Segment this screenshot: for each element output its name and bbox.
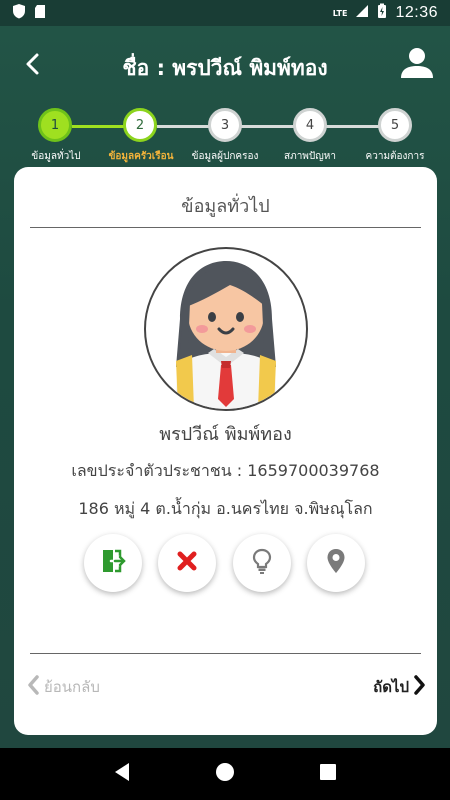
next-button[interactable]: ถัดไป <box>373 675 427 699</box>
chevron-left-icon <box>26 675 40 699</box>
address: 186 หมู่ 4 ต.น้ำกุ่ม อ.นครไทย จ.พิษณุโลก <box>78 499 373 518</box>
previous-label: ย้อนกลับ <box>44 678 100 696</box>
step-5-label: ความต้องการ <box>365 151 425 162</box>
student-avatar-illustration <box>174 261 278 409</box>
location-button[interactable] <box>307 534 365 592</box>
cancel-button[interactable] <box>158 534 216 592</box>
triangle-back-icon <box>113 762 131 786</box>
system-nav-bar <box>0 748 450 800</box>
shield-icon <box>12 3 26 23</box>
avatar <box>144 247 308 411</box>
chevron-left-icon <box>23 52 41 80</box>
previous-button[interactable]: ย้อนกลับ <box>26 675 100 699</box>
card-title-divider <box>30 227 421 228</box>
back-button[interactable] <box>16 50 48 82</box>
recents-square-icon <box>319 763 337 785</box>
home-circle-icon <box>215 762 235 786</box>
card-footer-divider <box>30 653 421 654</box>
app-bar: ชื่อ : พรปวีณ์ พิมพ์ทอง <box>0 40 450 96</box>
exit-button[interactable] <box>84 534 142 592</box>
system-home-button[interactable] <box>205 754 245 794</box>
close-x-icon <box>176 550 198 576</box>
system-back-button[interactable] <box>102 754 142 794</box>
step-connector-pending <box>157 125 397 128</box>
citizen-id: เลขประจำตัวประชาชน : 1659700039768 <box>71 461 380 480</box>
step-3[interactable]: 3 <box>208 108 242 142</box>
location-pin-icon <box>326 548 346 578</box>
step-4[interactable]: 4 <box>293 108 327 142</box>
page-title: ชื่อ : พรปวีณ์ พิมพ์ทอง <box>122 55 328 80</box>
network-type: LTE <box>332 8 348 18</box>
exit-door-icon <box>100 548 126 578</box>
step-1[interactable]: 1 <box>38 108 72 142</box>
person-name: พรปวีณ์ พิมพ์ทอง <box>159 424 292 445</box>
system-recents-button[interactable] <box>308 754 348 794</box>
idea-button[interactable] <box>233 534 291 592</box>
battery-charging-icon <box>377 3 387 23</box>
signal-icon <box>355 4 369 22</box>
clock: 12:36 <box>395 4 438 21</box>
progress-stepper: 1 2 3 4 5 ข้อมูลทั่วไป ข้อมูลครัวเรือน ข… <box>0 108 450 168</box>
lightbulb-icon <box>252 548 272 578</box>
user-icon <box>400 47 434 83</box>
card-title: ข้อมูลทั่วไป <box>181 196 270 217</box>
status-bar: LTE 12:36 <box>0 0 450 26</box>
sd-card-icon <box>34 4 46 23</box>
step-2[interactable]: 2 <box>123 108 157 142</box>
step-5[interactable]: 5 <box>378 108 412 142</box>
info-card: ข้อมูลทั่วไป พรปวีณ์ พิมพ์ทอง เลขประจำตั… <box>14 167 437 735</box>
profile-button[interactable] <box>398 46 436 84</box>
chevron-right-icon <box>413 675 427 699</box>
next-label: ถัดไป <box>373 678 409 696</box>
